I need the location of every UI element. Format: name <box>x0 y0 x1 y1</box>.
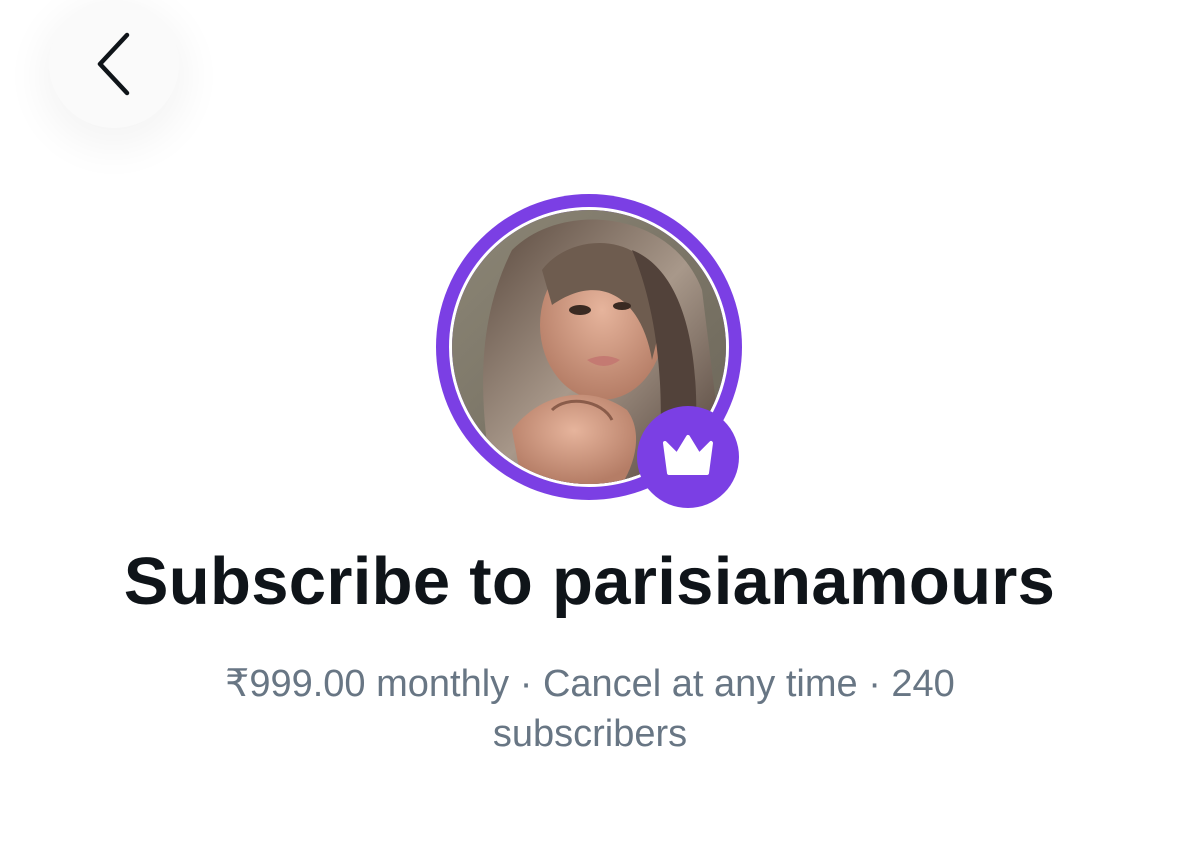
back-button[interactable] <box>49 0 179 128</box>
page-title: Subscribe to parisianamours <box>123 544 1056 619</box>
subscription-details: ₹999.00 monthly · Cancel at any time · 2… <box>225 663 955 755</box>
crown-icon <box>661 433 715 482</box>
crown-badge <box>637 406 739 508</box>
chevron-left-icon <box>94 31 134 97</box>
